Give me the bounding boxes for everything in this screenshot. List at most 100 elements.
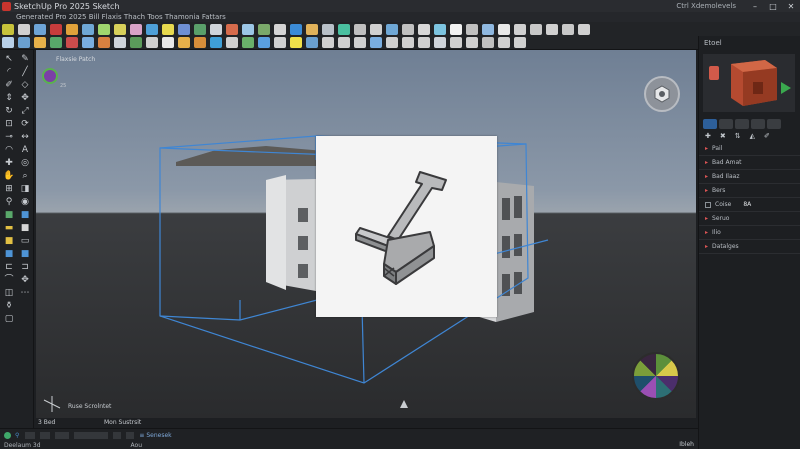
arc-tool-icon[interactable]: ◜ xyxy=(3,67,15,78)
follow-me-icon[interactable] xyxy=(82,37,94,48)
status-blue-text[interactable]: ≡ Senesek xyxy=(139,432,171,439)
layer-tool-icon[interactable]: ▬ xyxy=(3,223,15,234)
match-photo-icon[interactable] xyxy=(466,24,478,35)
look-icon[interactable] xyxy=(290,37,302,48)
front-icon[interactable] xyxy=(370,37,382,48)
left-icon[interactable] xyxy=(418,37,430,48)
shaded-icon[interactable] xyxy=(482,37,494,48)
component-tool-icon[interactable]: ■ xyxy=(3,210,15,221)
tray-tab-layers[interactable] xyxy=(751,119,765,129)
tray-caret-icon[interactable]: ▸ xyxy=(705,229,708,236)
warehouse-tool-icon[interactable]: ■ xyxy=(19,210,31,221)
shadow-icon[interactable] xyxy=(434,24,446,35)
tray-checkbox-icon[interactable] xyxy=(705,201,711,208)
fog-icon[interactable] xyxy=(450,24,462,35)
plane-tool-icon[interactable]: ⌒ xyxy=(3,275,15,286)
document-tool-icon[interactable]: ▢ xyxy=(3,314,15,325)
tray-header[interactable]: Etoel xyxy=(699,36,800,50)
zoom-tool-icon[interactable]: ⌕ xyxy=(19,171,31,182)
camera-icon[interactable] xyxy=(258,37,270,48)
status-field-4[interactable] xyxy=(74,431,109,439)
right-icon[interactable] xyxy=(386,37,398,48)
fog-tool-icon[interactable]: ▭ xyxy=(19,236,31,247)
tray-caret-icon[interactable]: ▸ xyxy=(705,243,708,250)
line-icon[interactable] xyxy=(50,24,62,35)
rotate-tool-icon[interactable]: ↻ xyxy=(3,106,15,117)
status-field-2[interactable] xyxy=(40,431,51,439)
measure-tool-icon[interactable]: ⊏ xyxy=(3,262,15,273)
line-tool-icon[interactable]: ╱ xyxy=(19,67,31,78)
tray-caret-icon[interactable]: ▸ xyxy=(705,187,708,194)
tray-section-item[interactable]: ▸ Datalges xyxy=(699,240,800,254)
cut-tool-icon[interactable]: ⊐ xyxy=(19,262,31,273)
polygon-icon[interactable] xyxy=(50,37,62,48)
tray-flip-icon[interactable]: ⇅ xyxy=(735,132,741,140)
blank-tool-icon[interactable] xyxy=(19,301,31,312)
tray-section-item[interactable]: ▸ Bers xyxy=(699,184,800,198)
tape-icon[interactable] xyxy=(178,24,190,35)
texture-icon[interactable] xyxy=(242,37,254,48)
solid-tool-icon[interactable]: ✥ xyxy=(19,275,31,286)
text-icon[interactable] xyxy=(226,24,238,35)
orbit-icon[interactable] xyxy=(274,24,286,35)
protractor-tool-icon[interactable]: ◠ xyxy=(3,145,15,156)
paint-bucket-icon[interactable] xyxy=(34,24,46,35)
materials-icon[interactable] xyxy=(498,24,510,35)
scale-tool-icon[interactable]: ⤢ xyxy=(19,106,31,117)
top-icon[interactable] xyxy=(354,37,366,48)
instructor-icon[interactable] xyxy=(546,24,558,35)
walk-icon[interactable] xyxy=(274,37,286,48)
dropper-tool-icon[interactable]: ⚱ xyxy=(3,301,15,312)
style-tool-icon[interactable]: ■ xyxy=(19,223,31,234)
tray-caret-icon[interactable]: ▸ xyxy=(705,173,708,180)
tray-caret-icon[interactable]: ▸ xyxy=(705,215,708,222)
axes-tool-icon[interactable]: ✚ xyxy=(3,158,15,169)
textured-icon[interactable] xyxy=(498,37,510,48)
axis-gizmo-icon[interactable] xyxy=(42,68,58,84)
tray-section-item[interactable]: Coise 8A xyxy=(699,198,800,212)
close-button[interactable]: ✕ xyxy=(782,0,800,12)
move-tool-icon[interactable]: ✥ xyxy=(19,93,31,104)
menu-items[interactable]: Generated Pro 2025 Bill Flaxis Thach Too… xyxy=(16,13,226,21)
rectangle-icon[interactable] xyxy=(18,37,30,48)
tray-section-item[interactable]: ▸ Ilio xyxy=(699,226,800,240)
material-tool-icon[interactable]: ■ xyxy=(3,249,15,260)
components-icon[interactable] xyxy=(482,24,494,35)
axes-icon[interactable] xyxy=(242,24,254,35)
warehouse-icon[interactable] xyxy=(354,24,366,35)
image-tool-icon[interactable]: ■ xyxy=(19,249,31,260)
nav-cube-icon[interactable] xyxy=(644,76,680,112)
section-plane-icon[interactable] xyxy=(338,24,350,35)
pushpull-tool-icon[interactable]: ⇕ xyxy=(3,93,15,104)
scene-tool-icon[interactable]: ■ xyxy=(3,236,15,247)
position-icon[interactable] xyxy=(306,37,318,48)
smooth-icon[interactable] xyxy=(226,37,238,48)
status-field-5[interactable] xyxy=(113,431,122,439)
followme-tool-icon[interactable]: ⟳ xyxy=(19,119,31,130)
sandbox-icon[interactable] xyxy=(578,24,590,35)
tray-tag-icon[interactable]: ◭ xyxy=(750,132,755,140)
hidden-line-icon[interactable] xyxy=(466,37,478,48)
intersect-icon[interactable] xyxy=(98,37,110,48)
walk-tool-icon[interactable]: ⚲ xyxy=(3,197,15,208)
tray-caret-icon[interactable]: ▸ xyxy=(705,159,708,166)
monochrome-icon[interactable] xyxy=(514,37,526,48)
pan-tool-icon[interactable]: ✋ xyxy=(3,171,15,182)
rotate-icon[interactable] xyxy=(130,24,142,35)
tray-tab-scenes[interactable] xyxy=(767,119,781,129)
hide-icon[interactable] xyxy=(146,37,158,48)
xray-icon[interactable] xyxy=(434,37,446,48)
section-tool-icon[interactable]: ◨ xyxy=(19,184,31,195)
tray-section-item[interactable]: ▸ Bad Amat xyxy=(699,156,800,170)
extension-icon[interactable] xyxy=(370,24,382,35)
zoom-window-icon[interactable]: ⊞ xyxy=(3,184,15,195)
tray-pen-icon[interactable]: ✐ xyxy=(764,132,770,140)
flip-icon[interactable] xyxy=(194,37,206,48)
select-icon[interactable] xyxy=(2,37,14,48)
lock-icon[interactable] xyxy=(162,37,174,48)
shape-icon[interactable] xyxy=(82,24,94,35)
status-indicator-icon[interactable] xyxy=(4,431,11,439)
tray-tab-styles[interactable] xyxy=(735,119,749,129)
tray-section-item[interactable]: ▸ Bad Ilaaz xyxy=(699,170,800,184)
offset-tool-icon[interactable]: ⊡ xyxy=(3,119,15,130)
